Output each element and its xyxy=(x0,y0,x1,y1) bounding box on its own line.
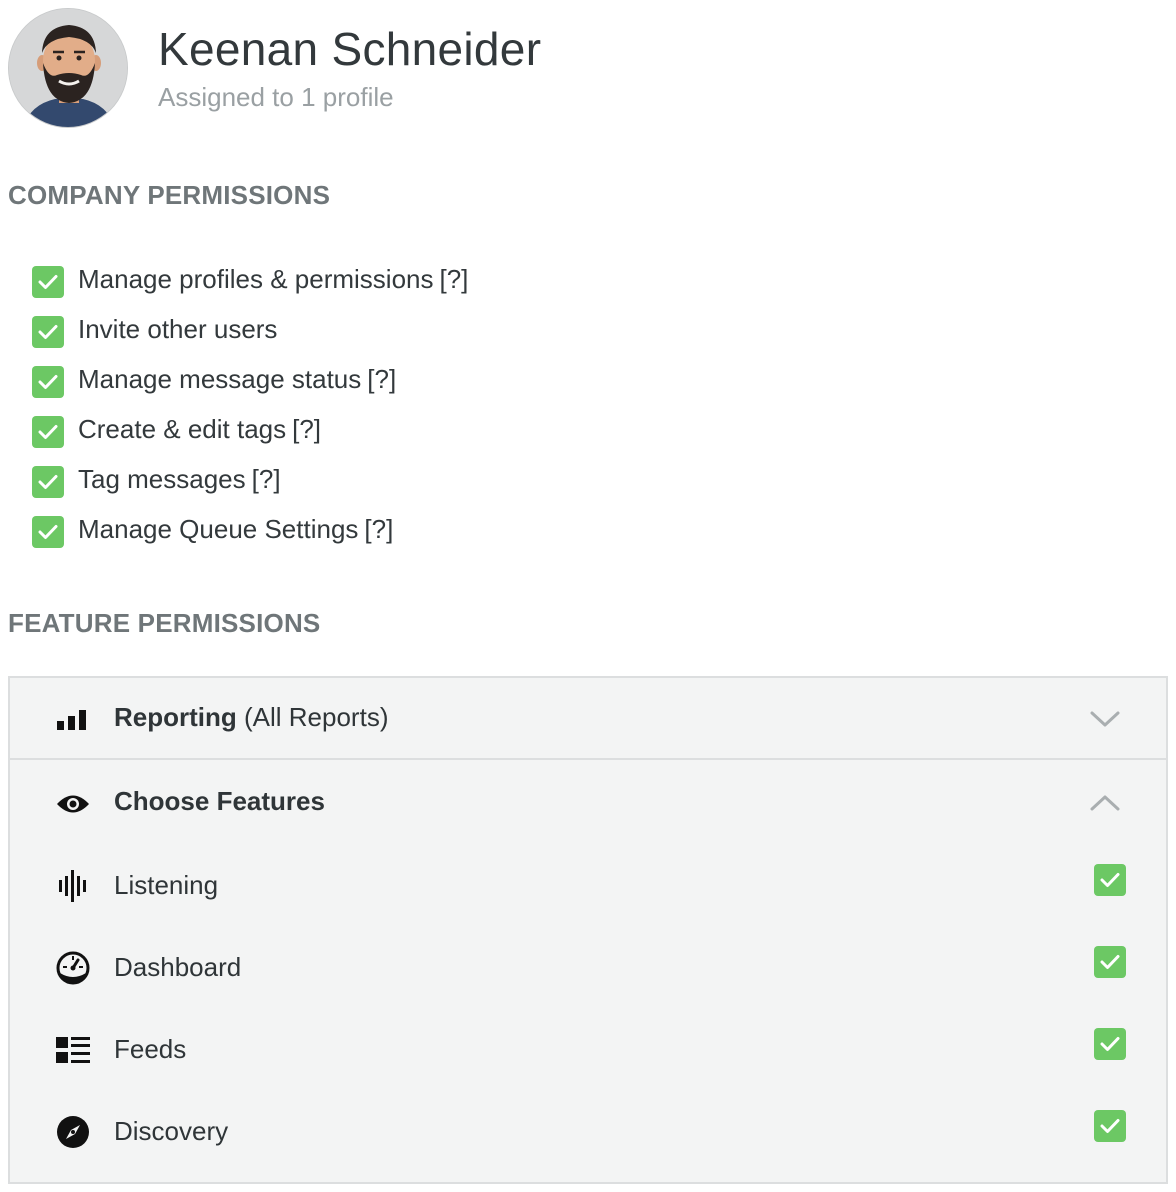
feature-label: Dashboard xyxy=(114,952,242,982)
user-profile-count: Assigned to 1 profile xyxy=(158,82,394,112)
feature-row-feeds: Feeds xyxy=(10,1012,1166,1094)
permission-checkbox[interactable] xyxy=(32,266,64,298)
permission-checkbox[interactable] xyxy=(32,466,64,498)
compass-icon xyxy=(54,1116,92,1148)
feature-permissions-heading: FEATURE PERMISSIONS xyxy=(8,608,321,638)
reporting-accordion[interactable]: Reporting (All Reports) xyxy=(10,678,1166,760)
user-header: Keenan Schneider Assigned to 1 profile xyxy=(8,8,1168,128)
feature-checkbox-feeds[interactable] xyxy=(1094,1028,1126,1060)
feature-row-listening: Listening xyxy=(10,848,1166,930)
checkmark-icon xyxy=(38,475,58,489)
soundwave-icon xyxy=(54,870,92,902)
feature-permissions-panel: Reporting (All Reports) Choose Features xyxy=(8,676,1168,1184)
permission-checkbox[interactable] xyxy=(32,316,64,348)
permission-label: Manage profiles & permissions xyxy=(78,264,434,294)
feature-checkbox-listening[interactable] xyxy=(1094,864,1126,896)
feature-checkbox-dashboard[interactable] xyxy=(1094,946,1126,978)
help-link[interactable]: [?] xyxy=(367,364,396,394)
permission-label: Invite other users xyxy=(78,314,278,344)
user-name: Keenan Schneider xyxy=(158,23,542,75)
feature-label: Listening xyxy=(114,870,219,900)
checkmark-icon xyxy=(1100,1119,1120,1133)
feature-label: Feeds xyxy=(114,1034,187,1064)
bar-chart-icon xyxy=(54,704,92,736)
permission-item: Tag messages [?] xyxy=(32,462,468,512)
help-link[interactable]: [?] xyxy=(252,464,281,494)
help-link[interactable]: [?] xyxy=(440,264,469,294)
help-link[interactable]: [?] xyxy=(292,414,321,444)
permission-label: Manage message status xyxy=(78,364,362,394)
reporting-detail: (All Reports) xyxy=(244,702,389,732)
permission-item: Invite other users xyxy=(32,312,468,362)
permission-label: Create & edit tags xyxy=(78,414,287,444)
permission-item: Manage message status [?] xyxy=(32,362,468,412)
feed-list-icon xyxy=(54,1034,92,1066)
help-link[interactable]: [?] xyxy=(364,514,393,544)
feature-label: Discovery xyxy=(114,1116,229,1146)
gauge-icon xyxy=(54,951,92,985)
company-permissions-heading: COMPANY PERMISSIONS xyxy=(8,180,331,210)
checkmark-icon xyxy=(1100,1037,1120,1051)
chevron-down-icon[interactable] xyxy=(1088,706,1122,730)
eye-icon xyxy=(54,788,92,820)
checkmark-icon xyxy=(38,375,58,389)
avatar xyxy=(8,8,128,128)
choose-features-label: Choose Features xyxy=(114,786,325,816)
permission-checkbox[interactable] xyxy=(32,366,64,398)
feature-checkbox-discovery[interactable] xyxy=(1094,1110,1126,1142)
reporting-label: Reporting xyxy=(114,702,237,732)
permission-checkbox[interactable] xyxy=(32,516,64,548)
checkmark-icon xyxy=(38,275,58,289)
checkmark-icon xyxy=(1100,873,1120,887)
permission-label: Manage Queue Settings xyxy=(78,514,359,544)
checkmark-icon xyxy=(38,425,58,439)
permission-item: Manage Queue Settings [?] xyxy=(32,512,468,562)
feature-row-dashboard: Dashboard xyxy=(10,930,1166,1012)
feature-row-discovery: Discovery xyxy=(10,1094,1166,1176)
permission-label: Tag messages xyxy=(78,464,246,494)
company-permission-list: Manage profiles & permissions [?] Invite … xyxy=(32,262,468,562)
chevron-up-icon[interactable] xyxy=(1088,790,1122,814)
choose-features-accordion[interactable]: Choose Features xyxy=(10,762,1166,844)
checkmark-icon xyxy=(38,325,58,339)
checkmark-icon xyxy=(1100,955,1120,969)
permission-checkbox[interactable] xyxy=(32,416,64,448)
checkmark-icon xyxy=(38,525,58,539)
permission-item: Create & edit tags [?] xyxy=(32,412,468,462)
permission-item: Manage profiles & permissions [?] xyxy=(32,262,468,312)
